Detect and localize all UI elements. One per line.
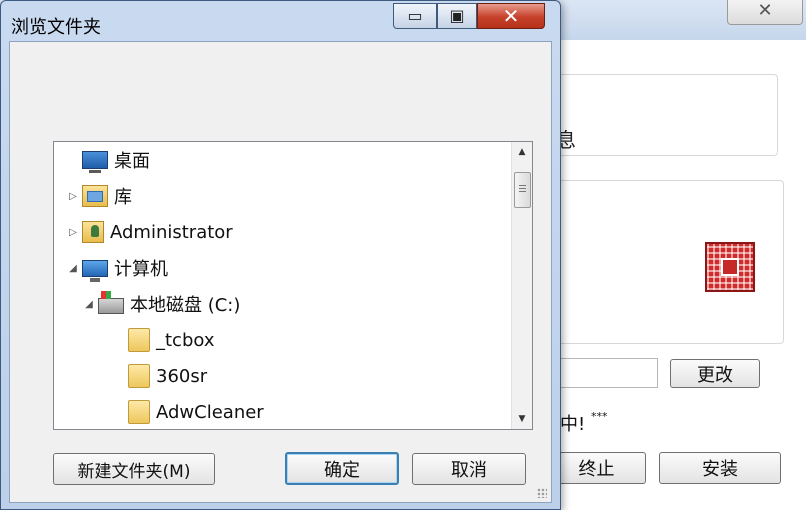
installer-close-button[interactable]: ✕ <box>727 0 803 25</box>
local-disk-icon <box>98 291 124 314</box>
desktop-icon <box>82 151 108 173</box>
tree-scrollbar[interactable]: ▲ ▼ <box>511 142 532 429</box>
expand-arrow-icon[interactable]: ▷ <box>68 227 78 238</box>
user-folder-icon <box>82 221 104 243</box>
maximize-button[interactable]: ▣ <box>437 3 477 29</box>
tree-item-label: 库 <box>114 187 132 208</box>
tree-item-label: AdwCleaner <box>156 401 264 423</box>
minimize-button[interactable]: ▭ <box>393 3 437 29</box>
browse-folder-dialog: 浏览文件夹 ▭ ▣ ✕ ▲ ▼ 桌面 ▷ 库 ▷ Administrator ◢ 计算机 ◢ 本… <box>0 0 561 510</box>
tree-item-label: Administrator <box>110 221 233 243</box>
tree-item-label: 本地磁盘 (C:) <box>130 295 241 316</box>
new-folder-button[interactable]: 新建文件夹(M) <box>53 453 215 485</box>
tree-item[interactable]: 360sr <box>114 358 207 394</box>
dialog-title: 浏览文件夹 <box>11 17 101 38</box>
scroll-down-arrow-icon[interactable]: ▼ <box>512 409 532 429</box>
expand-arrow-icon[interactable]: ▷ <box>68 191 78 202</box>
scroll-thumb-grip <box>519 185 526 186</box>
tree-item[interactable]: AdwCleaner <box>114 394 264 429</box>
folder-icon <box>128 364 150 388</box>
install-button[interactable]: 安装 <box>659 452 781 484</box>
tree-item[interactable]: ◢ 计算机 <box>68 250 168 286</box>
folder-icon <box>128 328 150 352</box>
tree-item-label: 桌面 <box>114 151 150 172</box>
scroll-thumb-grip <box>519 191 526 192</box>
stop-button[interactable]: 终止 <box>548 452 646 484</box>
folder-icon <box>128 400 150 424</box>
install-status-stars: *** <box>590 410 608 423</box>
expand-arrow-icon[interactable]: ◢ <box>84 299 94 310</box>
dialog-close-button[interactable]: ✕ <box>477 3 545 29</box>
install-status-label: 中! <box>560 414 586 435</box>
resize-grip-icon[interactable] <box>537 488 547 498</box>
ok-button[interactable]: 确定 <box>285 452 399 485</box>
tree-item-label: 计算机 <box>114 259 168 280</box>
folder-tree[interactable]: ▲ ▼ 桌面 ▷ 库 ▷ Administrator ◢ 计算机 ◢ 本地磁盘 (C:) _tcb… <box>53 141 533 430</box>
tree-item[interactable]: 桌面 <box>68 142 150 178</box>
scroll-up-arrow-icon[interactable]: ▲ <box>512 142 532 162</box>
installer-info-panel <box>555 74 778 156</box>
install-status-text: 中! *** <box>560 410 607 436</box>
tree-item[interactable]: _tcbox <box>114 322 215 358</box>
expand-arrow-icon[interactable]: ◢ <box>68 263 78 274</box>
tree-item[interactable]: ▷ 库 <box>68 178 132 214</box>
tree-item-label: 360sr <box>156 365 208 387</box>
library-icon <box>82 185 108 207</box>
tree-item-label: _tcbox <box>156 329 215 351</box>
computer-icon <box>82 259 108 282</box>
change-path-button[interactable]: 更改 <box>670 359 760 388</box>
app-logo-icon <box>705 242 755 292</box>
tree-item[interactable]: ◢ 本地磁盘 (C:) <box>84 286 240 322</box>
scroll-thumb-grip <box>519 188 526 189</box>
tree-item[interactable]: ▷ Administrator <box>68 214 233 250</box>
app-logo-center <box>721 258 739 276</box>
dialog-body: ▲ ▼ 桌面 ▷ 库 ▷ Administrator ◢ 计算机 ◢ 本地磁盘 (C:) _tcb… <box>9 41 552 503</box>
scroll-thumb[interactable] <box>514 172 531 208</box>
cancel-button[interactable]: 取消 <box>412 453 526 485</box>
install-path-input[interactable] <box>560 358 658 388</box>
